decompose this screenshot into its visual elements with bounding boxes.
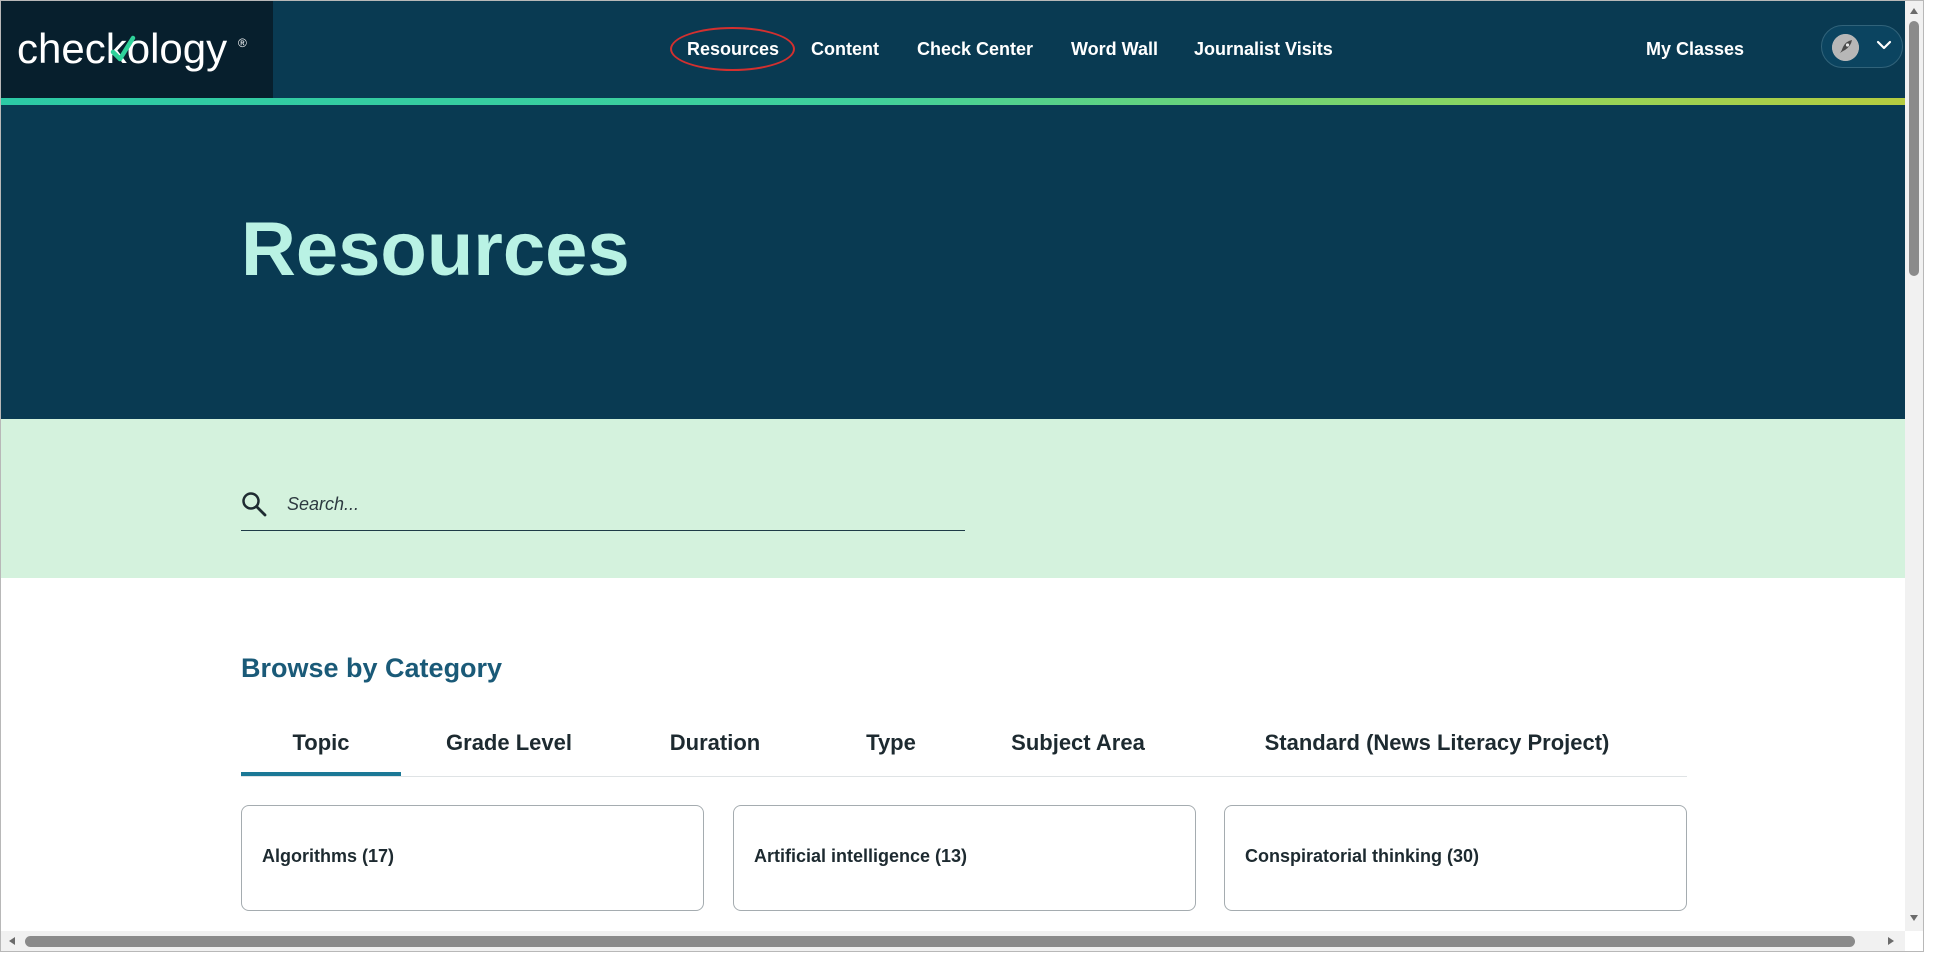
vertical-scrollbar[interactable] — [1905, 1, 1923, 931]
horizontal-scroll-thumb[interactable] — [25, 936, 1855, 947]
category-tabs: Topic Grade Level Duration Type Subject … — [241, 718, 1687, 777]
nav-link-check-center[interactable]: Check Center — [917, 36, 1033, 62]
category-card-artificial-intelligence[interactable]: Artificial intelligence (13) — [733, 805, 1196, 911]
logo[interactable]: checkology ® — [1, 1, 273, 98]
browser-viewport: checkology ® Resources Content Check Cen… — [1, 1, 1905, 931]
tab-subject-area[interactable]: Subject Area — [969, 718, 1187, 775]
user-menu-button[interactable] — [1821, 25, 1903, 68]
page: checkology ® Resources Content Check Cen… — [0, 0, 1935, 962]
card-label: Conspiratorial thinking (30) — [1245, 846, 1480, 866]
tab-duration[interactable]: Duration — [617, 718, 813, 775]
nav-link-content[interactable]: Content — [811, 36, 879, 62]
search-input[interactable] — [285, 486, 949, 522]
vertical-scroll-thumb[interactable] — [1909, 21, 1919, 276]
nav-link-my-classes[interactable]: My Classes — [1646, 36, 1744, 62]
tab-standard[interactable]: Standard (News Literacy Project) — [1187, 718, 1687, 775]
tab-topic[interactable]: Topic — [241, 718, 401, 776]
card-label: Artificial intelligence (13) — [754, 846, 968, 866]
search-field — [241, 474, 965, 531]
scroll-right-arrow-icon[interactable] — [1886, 936, 1896, 946]
hero-banner: Resources — [1, 105, 1905, 419]
avatar — [1832, 34, 1859, 61]
accent-gradient-bar — [1, 98, 1905, 105]
search-band — [1, 419, 1905, 578]
search-icon[interactable] — [241, 491, 267, 517]
scroll-left-arrow-icon[interactable] — [7, 936, 17, 946]
top-navbar: checkology ® Resources Content Check Cen… — [1, 1, 1905, 98]
registered-mark: ® — [238, 36, 247, 50]
tab-grade-level[interactable]: Grade Level — [401, 718, 617, 775]
tab-type[interactable]: Type — [813, 718, 969, 775]
logo-checkmark-icon — [110, 35, 136, 62]
browse-heading: Browse by Category — [241, 653, 503, 683]
horizontal-scrollbar[interactable] — [1, 931, 1905, 951]
highlight-ring — [670, 27, 795, 71]
category-card-conspiratorial-thinking[interactable]: Conspiratorial thinking (30) — [1224, 805, 1687, 911]
nav-link-word-wall[interactable]: Word Wall — [1071, 36, 1158, 62]
scroll-down-arrow-icon[interactable] — [1909, 913, 1919, 923]
nav-link-journalist-visits[interactable]: Journalist Visits — [1194, 36, 1333, 62]
category-card-algorithms[interactable]: Algorithms (17) — [241, 805, 704, 911]
rocket-icon — [1832, 34, 1859, 61]
chevron-down-icon — [1876, 40, 1892, 50]
card-label: Algorithms (17) — [262, 846, 395, 866]
scroll-up-arrow-icon[interactable] — [1909, 6, 1919, 16]
page-title: Resources — [241, 207, 630, 292]
